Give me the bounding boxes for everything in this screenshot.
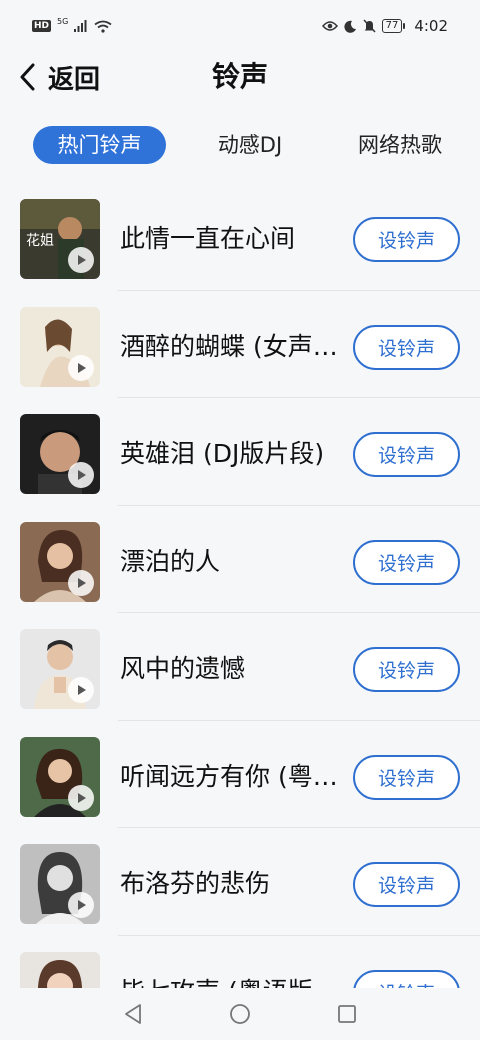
status-right: 77 4:02 <box>321 17 448 35</box>
song-title: 酒醉的蝴蝶 (女声… <box>120 331 338 361</box>
set-ringtone-button[interactable]: 设铃声 <box>353 754 460 800</box>
song-title: 布洛芬的悲伤 <box>120 869 271 898</box>
song-title: 听闻远方有你 (粤… <box>120 761 338 791</box>
tab-dj[interactable]: 动感DJ <box>198 126 302 164</box>
play-icon[interactable] <box>68 462 94 488</box>
hd-badge: HD <box>32 20 52 32</box>
play-icon[interactable] <box>68 354 94 381</box>
nav-recents-button[interactable] <box>327 994 367 1034</box>
play-icon[interactable] <box>68 247 94 273</box>
set-ringtone-button[interactable]: 设铃声 <box>353 539 460 585</box>
svg-text:花姐: 花姐 <box>26 233 54 249</box>
cover-image[interactable]: 花姐 <box>20 199 100 279</box>
system-nav-bar <box>0 988 480 1040</box>
cover-image[interactable] <box>20 844 100 924</box>
cover-image[interactable] <box>20 629 100 709</box>
wifi-icon <box>94 20 112 33</box>
status-left: HD 5G <box>32 16 112 33</box>
cover-image[interactable] <box>20 521 100 602</box>
song-title: 漂泊的人 <box>120 546 221 576</box>
play-icon[interactable] <box>68 892 94 918</box>
set-ringtone-button[interactable]: 设铃声 <box>353 647 460 692</box>
bell-muted-icon <box>363 19 376 33</box>
cover-image[interactable] <box>20 306 100 387</box>
moon-icon <box>344 20 356 33</box>
play-icon[interactable] <box>68 569 94 596</box>
tab-bar: 热门铃声 动感DJ 网络热歌 <box>0 122 480 168</box>
signal-icon <box>74 20 87 32</box>
nav-back-button[interactable] <box>113 994 153 1034</box>
list-item[interactable]: 漂泊的人 设铃声 <box>0 506 480 614</box>
ringtone-list: 花姐 此情一直在心间 设铃声 酒醉的蝴蝶 (女声… 设铃声 英雄泪 (DJ版片段… <box>0 183 480 1040</box>
song-title: 英雄泪 (DJ版片段) <box>120 439 325 468</box>
cover-image[interactable] <box>20 414 100 494</box>
list-item[interactable]: 风中的遗憾 设铃声 <box>0 613 480 721</box>
list-item[interactable]: 听闻远方有你 (粤… 设铃声 <box>0 721 480 829</box>
network-type: 5G <box>57 16 69 26</box>
square-recents-icon <box>337 1005 356 1023</box>
list-item[interactable]: 酒醉的蝴蝶 (女声… 设铃声 <box>0 291 480 399</box>
list-item[interactable]: 英雄泪 (DJ版片段) 设铃声 <box>0 398 480 506</box>
tab-net-hits[interactable]: 网络热歌 <box>340 126 460 164</box>
list-item[interactable]: 花姐 此情一直在心间 设铃声 <box>0 183 480 291</box>
cover-image[interactable] <box>20 736 100 817</box>
tab-hot-ringtones[interactable]: 热门铃声 <box>33 126 166 164</box>
play-icon[interactable] <box>68 677 94 703</box>
battery-indicator: 77 <box>381 19 406 33</box>
set-ringtone-button[interactable]: 设铃声 <box>353 324 460 370</box>
page-title: 铃声 <box>211 60 268 93</box>
nav-home-button[interactable] <box>220 994 260 1034</box>
eye-icon <box>321 21 338 31</box>
set-ringtone-button[interactable]: 设铃声 <box>353 432 460 477</box>
status-bar: HD 5G 77 4:02 <box>0 0 480 52</box>
triangle-back-icon <box>125 1004 142 1024</box>
song-title: 此情一直在心间 <box>120 224 296 253</box>
set-ringtone-button[interactable]: 设铃声 <box>353 217 460 262</box>
set-ringtone-button[interactable]: 设铃声 <box>353 862 460 907</box>
play-icon[interactable] <box>68 784 94 811</box>
header: 返回 铃声 <box>0 52 480 102</box>
list-item[interactable]: 布洛芬的悲伤 设铃声 <box>0 828 480 936</box>
song-title: 风中的遗憾 <box>120 654 246 683</box>
circle-home-icon <box>230 1004 250 1024</box>
clock: 4:02 <box>414 17 448 35</box>
